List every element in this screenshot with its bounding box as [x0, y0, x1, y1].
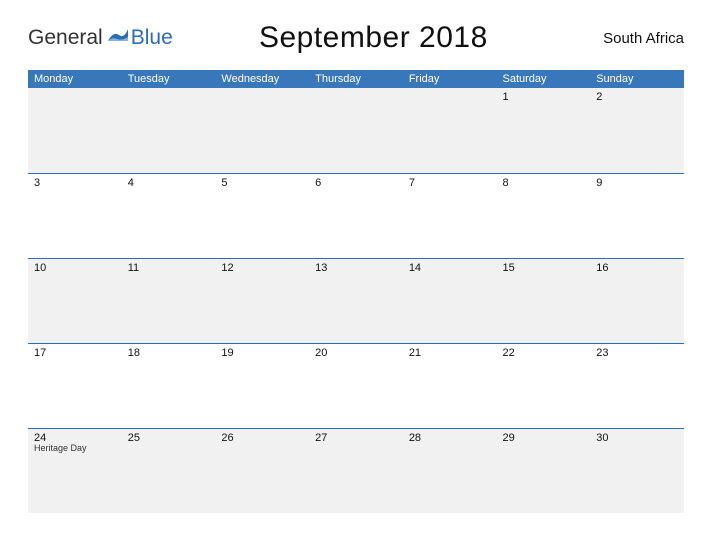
day-number: 27: [315, 432, 397, 444]
day-cell: 6: [309, 173, 403, 258]
day-number: 3: [34, 177, 116, 189]
day-number: 6: [315, 177, 397, 189]
day-number: 28: [409, 432, 491, 444]
day-cell: 23: [590, 343, 684, 428]
day-cell: [215, 88, 309, 173]
day-cell: 22: [497, 343, 591, 428]
week-row: 17 18 19 20 21 22 23: [28, 343, 684, 428]
day-number: 12: [221, 262, 303, 274]
calendar-grid: Monday Tuesday Wednesday Thursday Friday…: [28, 70, 684, 513]
day-number: 30: [596, 432, 678, 444]
day-cell: 9: [590, 173, 684, 258]
day-number: 7: [409, 177, 491, 189]
day-cell: 19: [215, 343, 309, 428]
day-number: 15: [503, 262, 585, 274]
day-number: 23: [596, 347, 678, 359]
day-cell: 13: [309, 258, 403, 343]
day-number: 2: [596, 91, 678, 103]
day-number: 19: [221, 347, 303, 359]
day-cell: 27: [309, 428, 403, 513]
day-cell: 2: [590, 88, 684, 173]
logo-text-general: General: [28, 26, 103, 50]
day-cell: [28, 88, 122, 173]
day-cell: 7: [403, 173, 497, 258]
day-header: Friday: [403, 70, 497, 88]
day-number: 13: [315, 262, 397, 274]
day-number: 1: [503, 91, 585, 103]
day-header: Sunday: [590, 70, 684, 88]
day-cell: 26: [215, 428, 309, 513]
day-cell: [309, 88, 403, 173]
day-number: 25: [128, 432, 210, 444]
day-cell: 28: [403, 428, 497, 513]
day-header: Monday: [28, 70, 122, 88]
day-cell: 25: [122, 428, 216, 513]
day-cell: 1: [497, 88, 591, 173]
logo-text-blue: Blue: [131, 26, 173, 50]
day-cell: 18: [122, 343, 216, 428]
day-cell: 20: [309, 343, 403, 428]
day-number: 26: [221, 432, 303, 444]
day-number: 14: [409, 262, 491, 274]
day-number: 5: [221, 177, 303, 189]
day-number: 8: [503, 177, 585, 189]
week-row: 12: [28, 88, 684, 173]
region-label: South Africa: [574, 30, 684, 47]
day-number: 4: [128, 177, 210, 189]
day-cell: 5: [215, 173, 309, 258]
week-row: 24Heritage Day 25 26 27 28 29 30: [28, 428, 684, 513]
day-number: 17: [34, 347, 116, 359]
day-cell: 10: [28, 258, 122, 343]
day-cell: 16: [590, 258, 684, 343]
day-cell: 3: [28, 173, 122, 258]
day-number: 18: [128, 347, 210, 359]
day-cell: 17: [28, 343, 122, 428]
day-header-row: Monday Tuesday Wednesday Thursday Friday…: [28, 70, 684, 88]
day-number: 11: [128, 262, 210, 274]
day-cell: 14: [403, 258, 497, 343]
calendar-page: General Blue September 2018 South Africa…: [0, 0, 712, 550]
logo-wave-icon: [107, 27, 129, 50]
brand-logo: General Blue: [28, 26, 173, 50]
week-row: 3456789: [28, 173, 684, 258]
day-header: Tuesday: [122, 70, 216, 88]
day-cell: 24Heritage Day: [28, 428, 122, 513]
day-cell: 29: [497, 428, 591, 513]
event-label: Heritage Day: [34, 444, 116, 454]
day-cell: 8: [497, 173, 591, 258]
day-number: 16: [596, 262, 678, 274]
day-number: 20: [315, 347, 397, 359]
day-header: Saturday: [497, 70, 591, 88]
day-header: Thursday: [309, 70, 403, 88]
calendar-title: September 2018: [173, 21, 574, 55]
day-number: 29: [503, 432, 585, 444]
day-number: 9: [596, 177, 678, 189]
day-cell: [403, 88, 497, 173]
day-number: 24: [34, 432, 116, 444]
day-cell: 11: [122, 258, 216, 343]
day-cell: 15: [497, 258, 591, 343]
day-cell: [122, 88, 216, 173]
day-cell: 30: [590, 428, 684, 513]
day-number: 22: [503, 347, 585, 359]
day-cell: 4: [122, 173, 216, 258]
week-row: 10 11 12 13 14 15 16: [28, 258, 684, 343]
header: General Blue September 2018 South Africa: [28, 10, 684, 66]
day-number: 10: [34, 262, 116, 274]
day-header: Wednesday: [215, 70, 309, 88]
day-number: 21: [409, 347, 491, 359]
day-cell: 21: [403, 343, 497, 428]
day-cell: 12: [215, 258, 309, 343]
